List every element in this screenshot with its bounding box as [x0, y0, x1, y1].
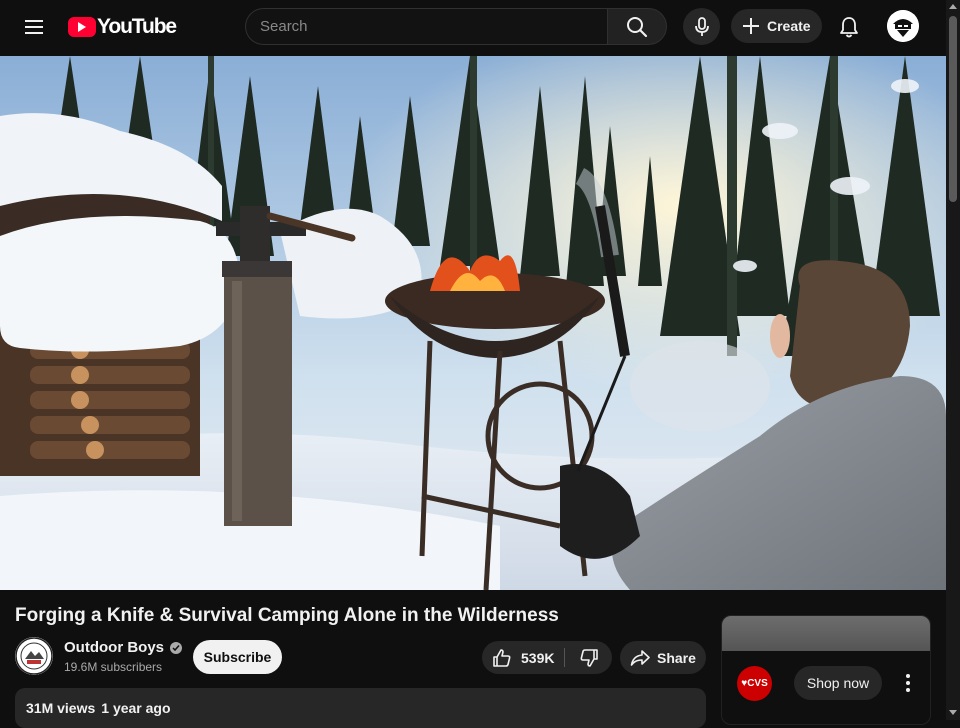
- verified-check-icon: [170, 641, 182, 654]
- create-button[interactable]: Create: [731, 9, 822, 43]
- ad-banner-image: [722, 616, 930, 651]
- account-avatar[interactable]: [887, 10, 919, 42]
- search-icon: [627, 16, 648, 37]
- channel-name-text: Outdoor Boys: [64, 639, 164, 656]
- video-title: Forging a Knife & Survival Camping Alone…: [15, 605, 559, 626]
- channel-logo-image: [15, 637, 53, 675]
- create-label: Create: [767, 18, 811, 34]
- search-input[interactable]: [260, 18, 594, 35]
- description-box[interactable]: 31M views 1 year ago: [15, 688, 706, 728]
- subscriber-count: 19.6M subscribers: [64, 660, 163, 674]
- like-dislike-group: 539K: [482, 641, 612, 674]
- plus-icon: [743, 18, 759, 34]
- channel-avatar[interactable]: [15, 637, 53, 675]
- like-button[interactable]: 539K: [482, 641, 564, 674]
- channel-name[interactable]: Outdoor Boys: [64, 639, 182, 656]
- ad-more-options-icon[interactable]: [896, 668, 920, 698]
- page-scrollbar[interactable]: [946, 0, 960, 720]
- hamburger-menu-icon: [25, 20, 43, 34]
- search-box[interactable]: [245, 8, 608, 45]
- youtube-logo[interactable]: YouTube: [68, 15, 177, 39]
- avatar-image: [887, 10, 919, 42]
- shop-now-button[interactable]: Shop now: [794, 666, 882, 700]
- masthead: YouTube Create: [0, 0, 960, 54]
- notifications-button[interactable]: [829, 7, 869, 47]
- scroll-up-arrow-icon[interactable]: [949, 4, 957, 9]
- view-count: 31M views: [26, 700, 96, 716]
- scrollbar-thumb[interactable]: [949, 16, 957, 202]
- scroll-down-arrow-icon[interactable]: [949, 710, 957, 715]
- voice-search-button[interactable]: [683, 8, 720, 45]
- publish-date: 1 year ago: [101, 700, 171, 716]
- microphone-icon: [694, 16, 709, 36]
- logo-wordmark: YouTube: [97, 15, 177, 38]
- thumbs-up-icon: [493, 648, 511, 667]
- guide-menu-button[interactable]: [14, 7, 54, 47]
- thumbs-down-icon: [580, 648, 598, 667]
- advertiser-logo[interactable]: ♥CVS: [737, 666, 772, 701]
- share-arrow-icon: [630, 649, 650, 666]
- search-button[interactable]: [607, 8, 667, 45]
- like-count: 539K: [521, 649, 555, 666]
- video-player[interactable]: [0, 56, 946, 590]
- ad-card[interactable]: ♥CVS Shop now: [721, 615, 931, 725]
- share-button[interactable]: Share: [620, 641, 706, 674]
- bell-icon: [840, 17, 858, 38]
- video-frame: [0, 56, 946, 590]
- share-label: Share: [657, 649, 696, 666]
- subscribe-button[interactable]: Subscribe: [193, 640, 282, 674]
- youtube-play-icon: [68, 17, 96, 37]
- dislike-button[interactable]: [565, 641, 612, 674]
